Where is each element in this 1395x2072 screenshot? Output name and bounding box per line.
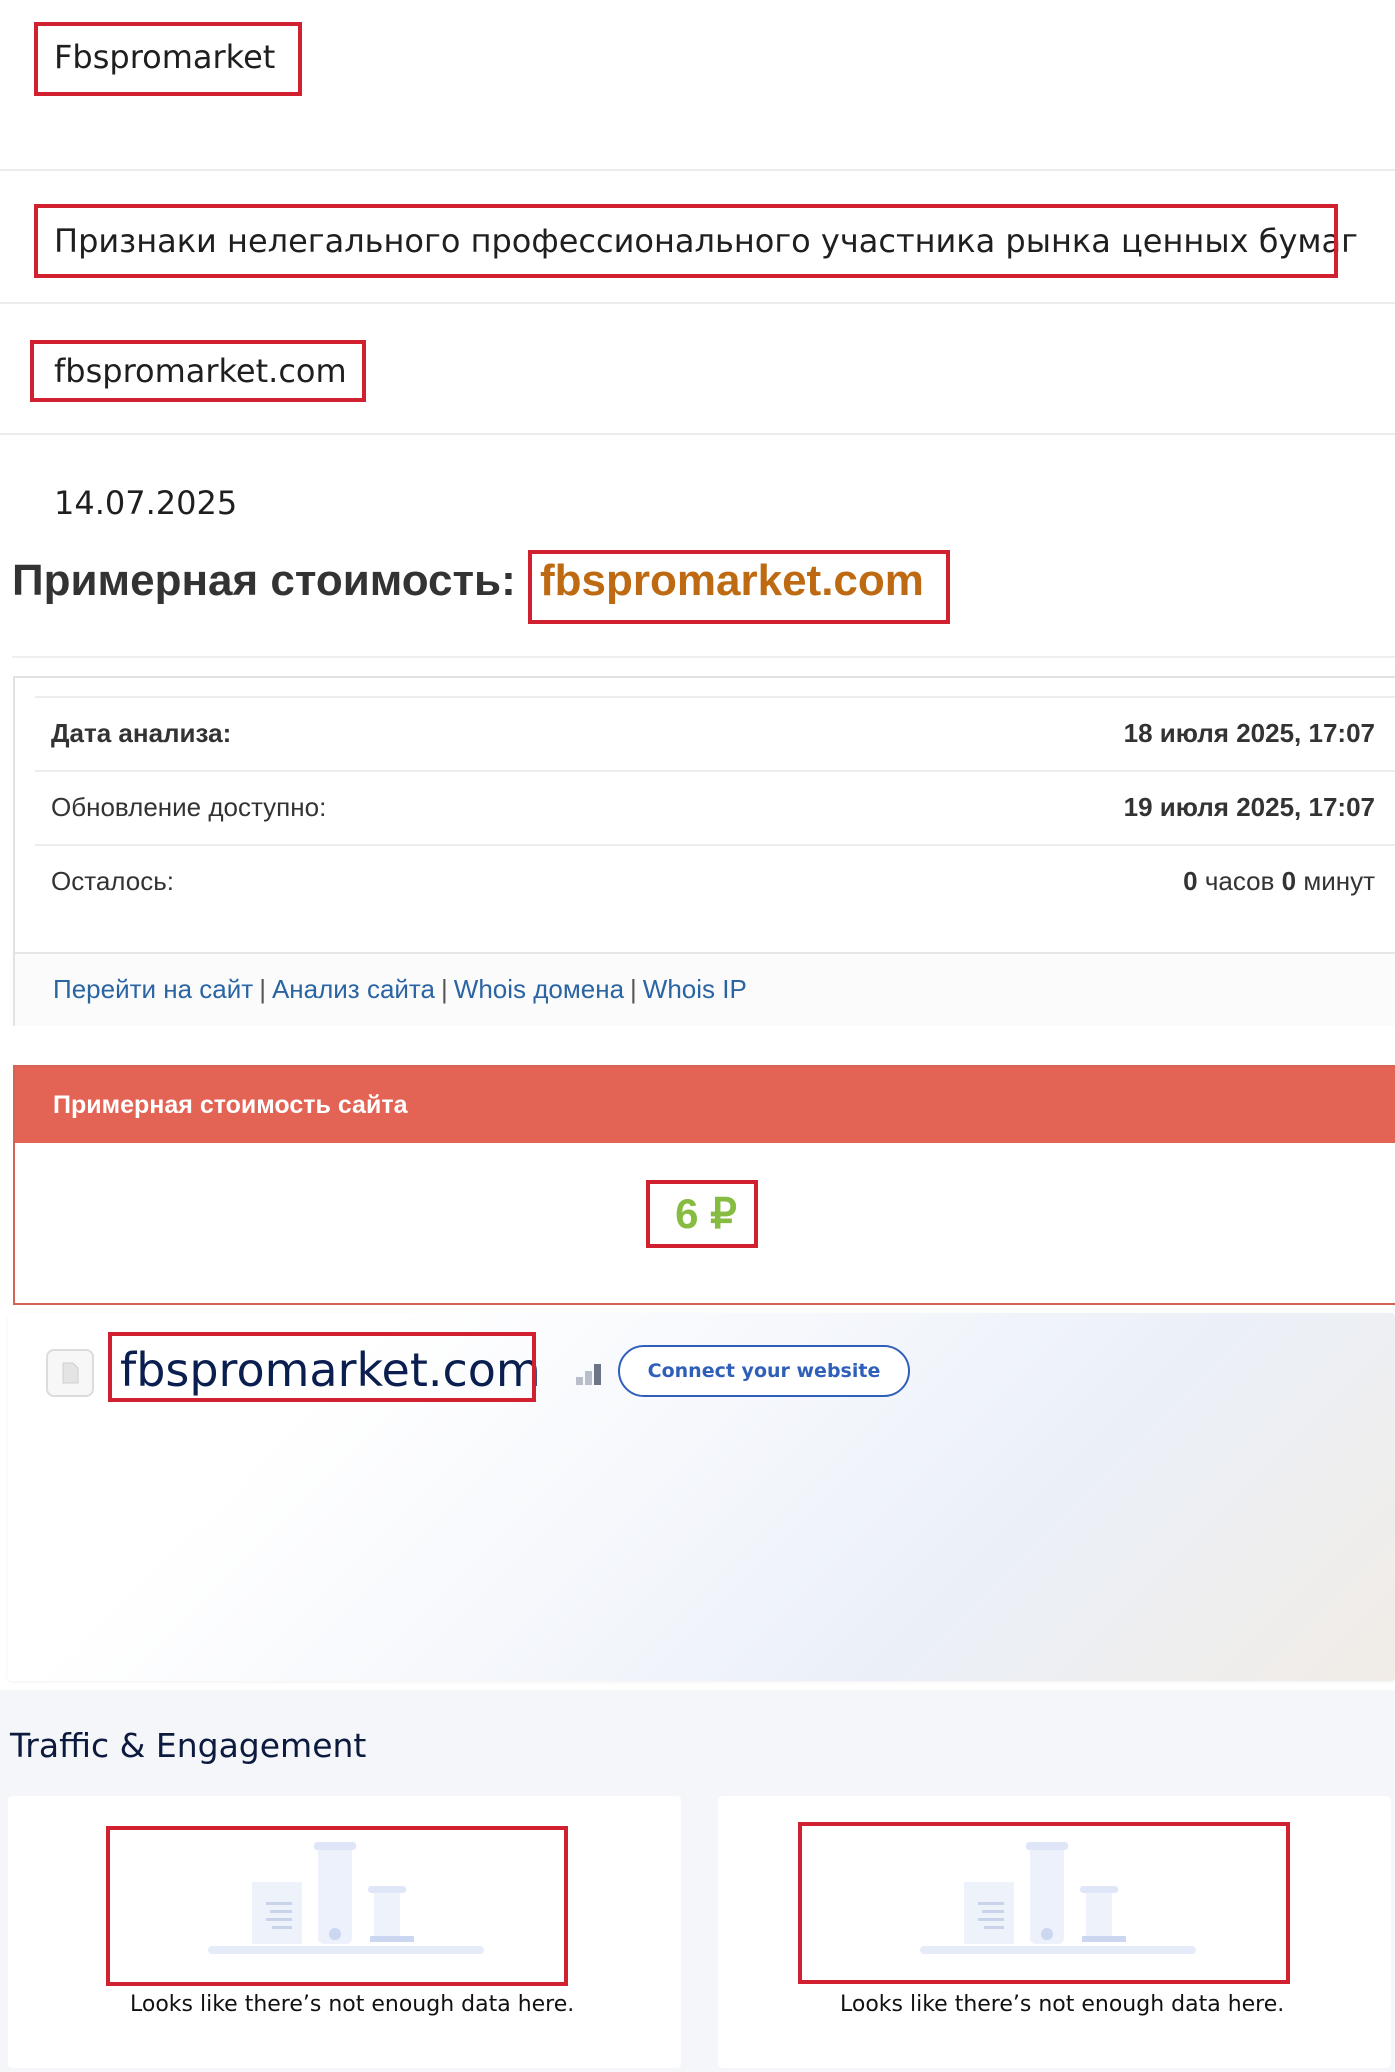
- update-label: Обновление доступно:: [51, 792, 327, 822]
- update-row: Обновление доступно: 19 июля 2025, 17:07: [35, 770, 1395, 842]
- empty-data-message: Looks like there’s not enough data here.: [130, 1992, 575, 2017]
- whois-ip-link[interactable]: Whois IP: [643, 974, 747, 1004]
- price-header: Примерная стоимость сайта: [15, 1067, 1395, 1143]
- row-divider: [0, 169, 1395, 171]
- highlight-box: [34, 22, 302, 96]
- highlight-box: [798, 1822, 1290, 1984]
- analysis-date-value: 18 июля 2025, 17:07: [1123, 718, 1375, 748]
- price-title: Примерная стоимость сайта: [53, 1091, 408, 1119]
- favicon-placeholder-icon: [46, 1349, 94, 1397]
- highlight-box: [30, 340, 366, 402]
- go-to-site-link[interactable]: Перейти на сайт: [53, 974, 253, 1004]
- remaining-label: Осталось:: [51, 866, 174, 896]
- remaining-hours: 0: [1183, 866, 1198, 896]
- update-value: 19 июля 2025, 17:07: [1123, 792, 1375, 822]
- analysis-date-row: Дата анализа: 18 июля 2025, 17:07: [35, 696, 1395, 768]
- site-links: Перейти на сайт | Анализ сайта | Whois домен…: [53, 974, 747, 1005]
- analysis-panel: Дата анализа: 18 июля 2025, 17:07 Обновл…: [13, 676, 1395, 1026]
- remaining-value: 0 часов 0 минут: [1183, 866, 1375, 897]
- remaining-minutes: 0: [1281, 866, 1297, 896]
- highlight-box: [108, 1332, 536, 1402]
- site-links-bar: Перейти на сайт | Анализ сайта | Whois домен…: [15, 952, 1395, 1026]
- analysis-date-label: Дата анализа:: [51, 718, 232, 748]
- site-analysis-link[interactable]: Анализ сайта: [272, 974, 435, 1004]
- link-separator: |: [630, 974, 637, 1004]
- connect-website-button[interactable]: Connect your website: [618, 1345, 910, 1397]
- highlight-box: [34, 204, 1338, 278]
- heading-divider: [12, 656, 1395, 658]
- link-separator: |: [441, 974, 448, 1004]
- row-divider: [0, 302, 1395, 304]
- row-divider: [0, 433, 1395, 435]
- rank-bars-icon: [574, 1361, 604, 1387]
- remaining-hours-unit: часов: [1204, 866, 1275, 896]
- highlight-box: [106, 1826, 568, 1986]
- page-heading: Примерная стоимость:: [12, 556, 516, 605]
- remaining-row: Осталось: 0 часов 0 минут: [35, 844, 1395, 916]
- empty-data-message: Looks like there’s not enough data here.: [840, 1992, 1285, 2017]
- record-date: 14.07.2025: [54, 484, 238, 522]
- whois-domain-link[interactable]: Whois домена: [454, 974, 624, 1004]
- highlight-box: [646, 1180, 758, 1248]
- highlight-box: [528, 550, 950, 624]
- traffic-title: Traffic & Engagement: [10, 1726, 367, 1765]
- link-separator: |: [259, 974, 266, 1004]
- remaining-minutes-unit: минут: [1303, 866, 1375, 896]
